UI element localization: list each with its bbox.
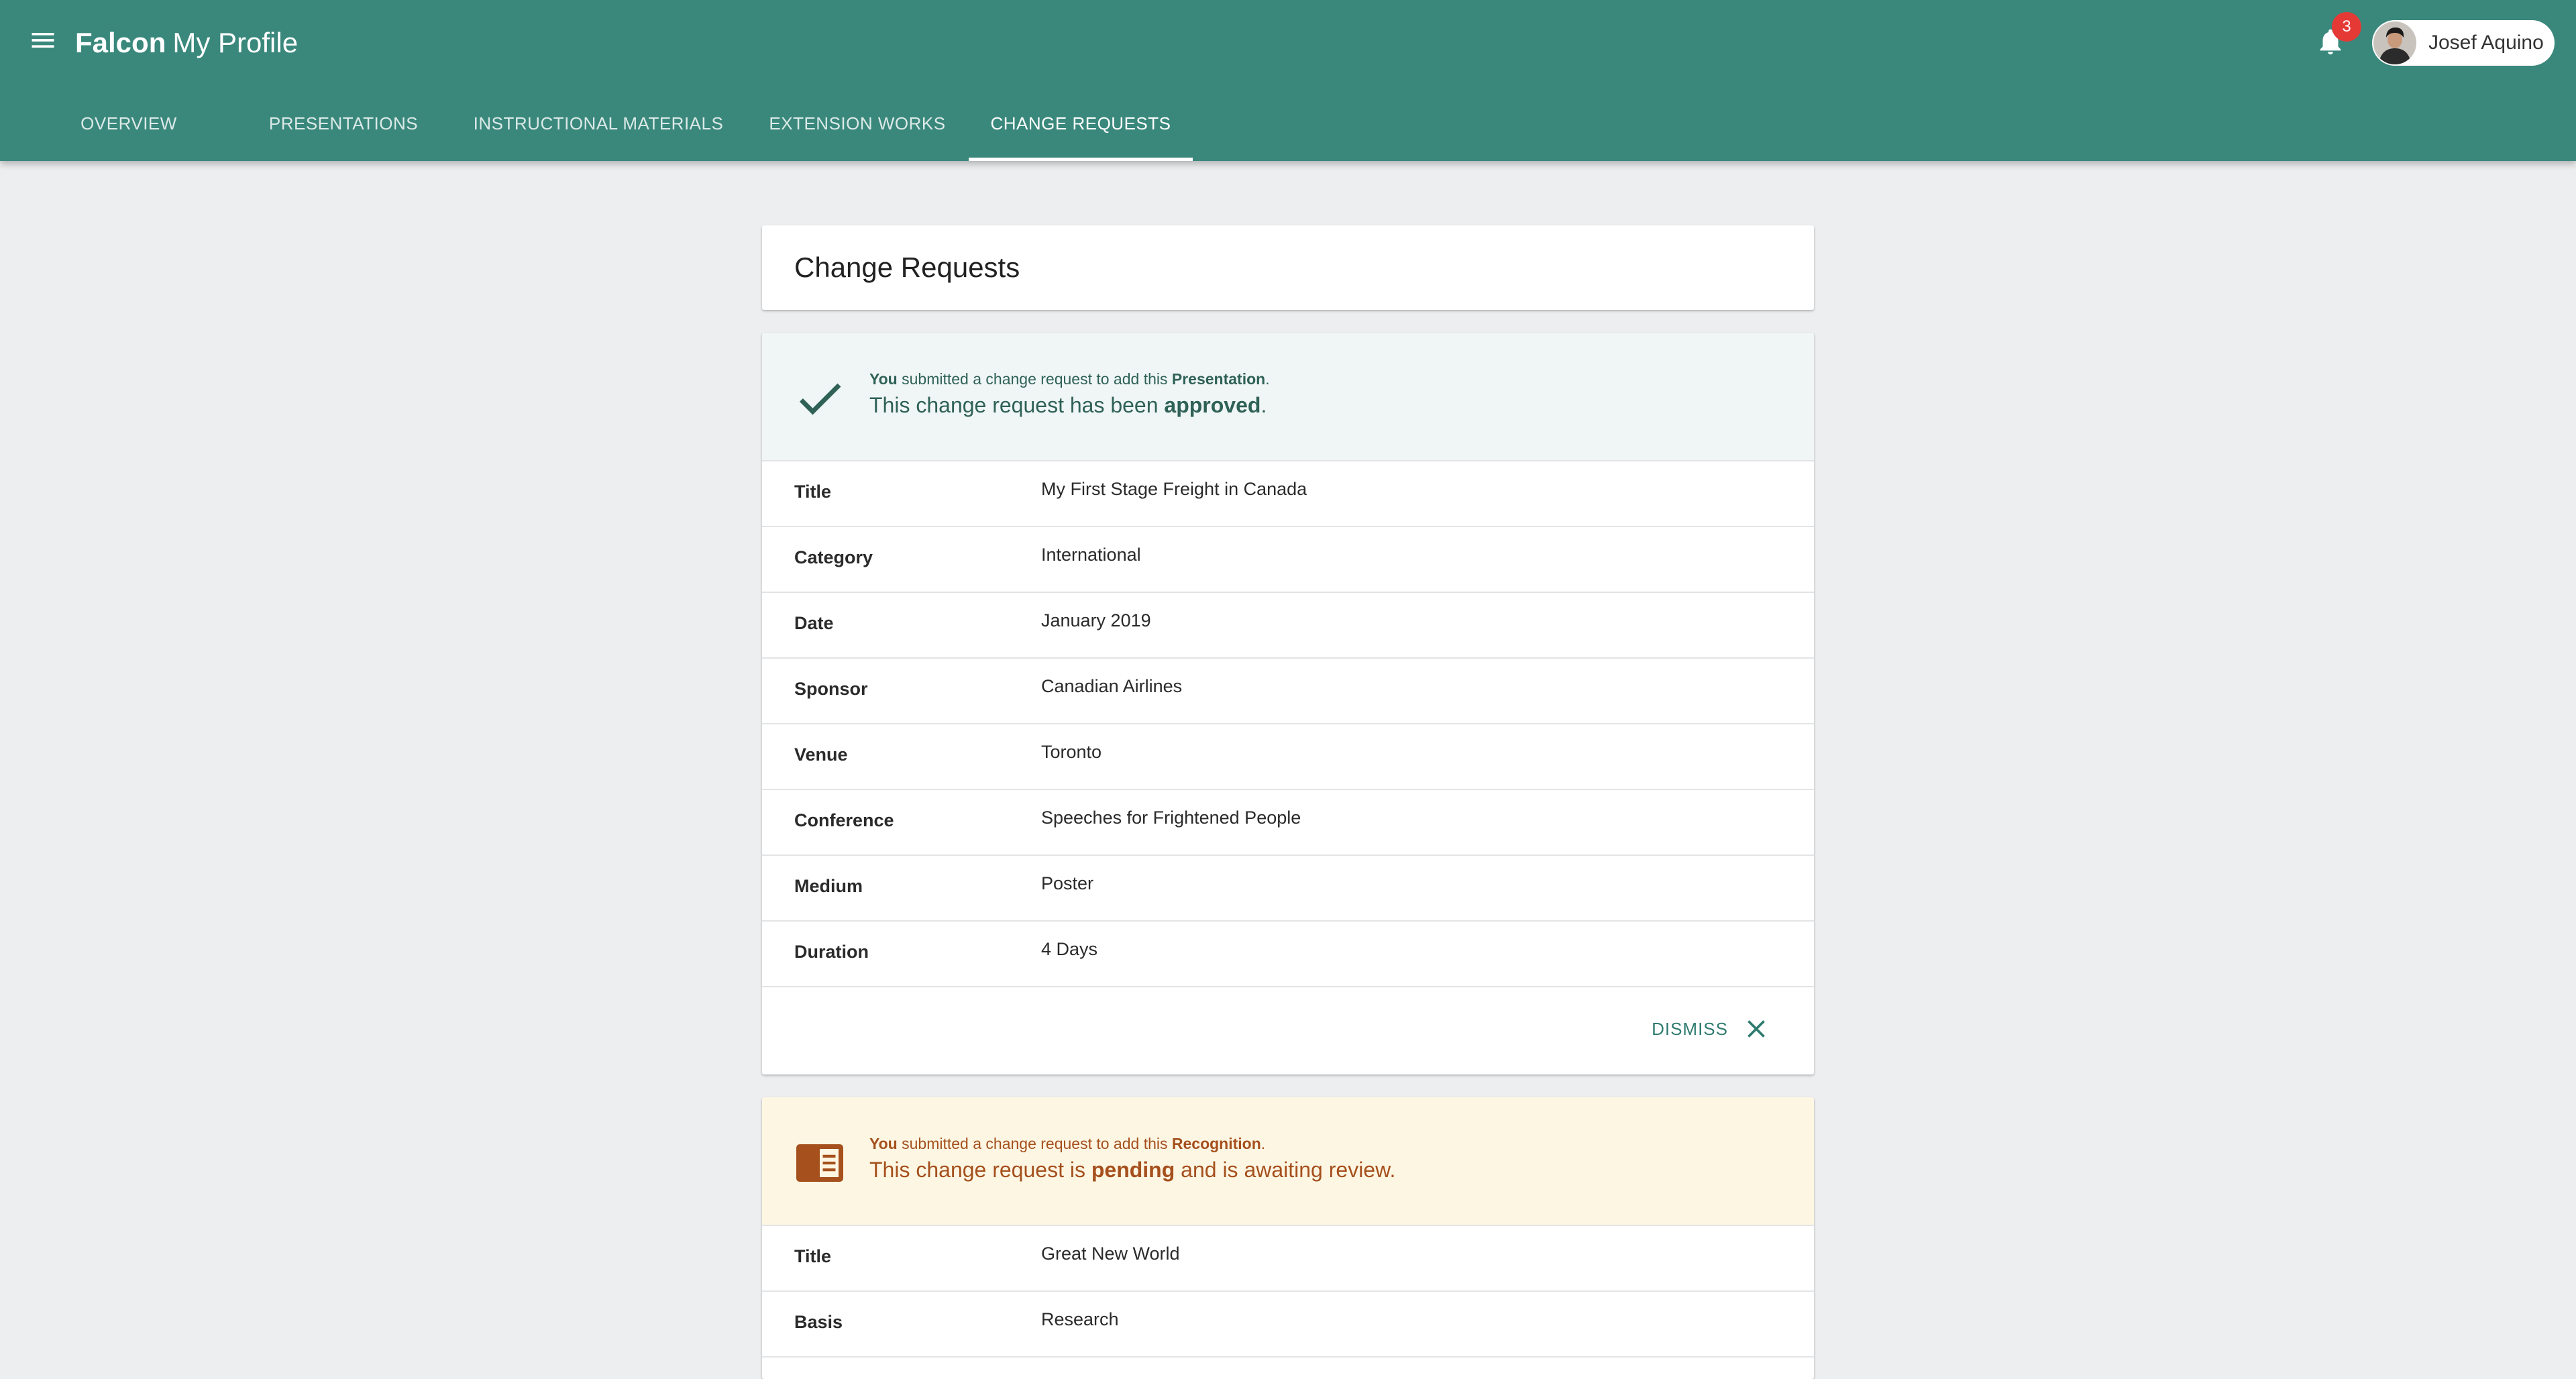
field-value: Great New World xyxy=(1041,1244,1180,1264)
status-word: pending xyxy=(1091,1158,1175,1182)
request-summary-text: submitted a change request to add this xyxy=(902,1135,1168,1152)
field-label: Sponsor xyxy=(794,679,868,699)
request-item-type: Presentation xyxy=(1171,370,1266,388)
tab-overview[interactable]: Overview xyxy=(0,86,258,161)
request-summary: You submitted a change request to add th… xyxy=(869,370,1270,388)
status-icon xyxy=(792,370,848,427)
user-avatar-icon xyxy=(2373,21,2416,64)
field-row-title: Title Great New World xyxy=(762,1226,1814,1292)
user-name: Josef Aquino xyxy=(2428,32,2544,54)
field-row-category: Category International xyxy=(762,527,1814,593)
user-menu-chip[interactable]: Josef Aquino xyxy=(2372,20,2555,66)
page-title-card: Change Requests xyxy=(762,225,1814,310)
app-product-name: My Profile xyxy=(172,27,299,58)
request-summary-text: submitted a change request to add this xyxy=(902,370,1168,388)
status-banner-approved: You submitted a change request to add th… xyxy=(762,333,1814,461)
dismiss-label: Dismiss xyxy=(1652,1018,1728,1039)
field-label: Category xyxy=(794,547,873,567)
app-brand: Falcon xyxy=(75,27,166,58)
toolbar: Falcon My Profile 3 Josef Aquino xyxy=(0,0,2576,86)
field-value: My First Stage Freight in Canada xyxy=(1041,479,1307,499)
tab-presentations[interactable]: Presentations xyxy=(258,86,429,161)
request-summary: You submitted a change request to add th… xyxy=(869,1135,1266,1152)
tab-extension-works[interactable]: Extension Works xyxy=(751,86,963,161)
request-item-type: Recognition xyxy=(1171,1135,1261,1152)
field-row-date: Date January 2019 xyxy=(762,593,1814,659)
field-row-sponsor: Sponsor Canadian Airlines xyxy=(762,659,1814,724)
status-message-prefix: This change request is xyxy=(869,1158,1085,1182)
status-icon xyxy=(792,1135,848,1191)
recognition-card-icon xyxy=(796,1144,843,1182)
close-icon xyxy=(1748,1020,1765,1038)
status-banner-pending: You submitted a change request to add th… xyxy=(762,1097,1814,1226)
request-actor: You xyxy=(869,370,898,388)
field-row-venue: Venue Toronto xyxy=(762,724,1814,790)
request-status-message: This change request is pending and is aw… xyxy=(869,1158,1395,1182)
field-row-medium: Medium Poster xyxy=(762,856,1814,922)
request-actor: You xyxy=(869,1135,898,1152)
hamburger-menu-icon xyxy=(32,33,54,48)
menu-button[interactable] xyxy=(24,21,62,59)
tab-instructional-materials[interactable]: Instructional Materials xyxy=(456,86,741,161)
field-value: 4 Days xyxy=(1041,939,1098,959)
tab-change-requests[interactable]: Change Requests xyxy=(969,86,1193,161)
field-label: Conference xyxy=(794,810,894,830)
request-status-message: This change request has been approved. xyxy=(869,393,1267,418)
field-label: Title xyxy=(794,1246,832,1266)
change-request-card: You submitted a change request to add th… xyxy=(762,333,1814,1074)
field-value: Poster xyxy=(1041,873,1094,893)
status-message-suffix: . xyxy=(1260,393,1267,417)
field-label: Title xyxy=(794,482,832,502)
field-row-conference: Conference Speeches for Frightened Peopl… xyxy=(762,790,1814,856)
status-word: approved xyxy=(1164,393,1261,417)
dismiss-button[interactable]: Dismiss xyxy=(1652,1010,1771,1048)
field-label: Duration xyxy=(794,942,869,962)
avatar xyxy=(2373,21,2416,64)
app-bar: Falcon My Profile 3 Josef Aquino Overview… xyxy=(0,0,2576,161)
check-icon xyxy=(799,383,841,415)
card-actions: Dismiss xyxy=(762,987,1814,1070)
status-message-suffix: and is awaiting review. xyxy=(1181,1158,1396,1182)
field-label: Date xyxy=(794,613,834,633)
field-value: International xyxy=(1041,545,1141,565)
field-row-title: Title My First Stage Freight in Canada xyxy=(762,461,1814,527)
field-value: Canadian Airlines xyxy=(1041,676,1183,696)
change-request-card: You submitted a change request to add th… xyxy=(762,1097,1814,1379)
app-title: Falcon My Profile xyxy=(75,24,298,62)
field-label: Medium xyxy=(794,876,863,896)
field-row-basis: Basis Research xyxy=(762,1292,1814,1358)
field-label: Venue xyxy=(794,744,848,765)
profile-tabs: Overview Presentations Instructional Mat… xyxy=(0,86,2576,161)
status-message-prefix: This change request has been xyxy=(869,393,1159,417)
field-value: January 2019 xyxy=(1041,610,1151,630)
field-value: Speeches for Frightened People xyxy=(1041,808,1301,828)
notification-count-badge: 3 xyxy=(2332,12,2361,42)
field-value: Research xyxy=(1041,1309,1119,1329)
field-label: Basis xyxy=(794,1312,843,1332)
page-title: Change Requests xyxy=(794,252,1020,283)
field-value: Toronto xyxy=(1041,742,1102,762)
field-row-duration: Duration 4 Days xyxy=(762,922,1814,987)
